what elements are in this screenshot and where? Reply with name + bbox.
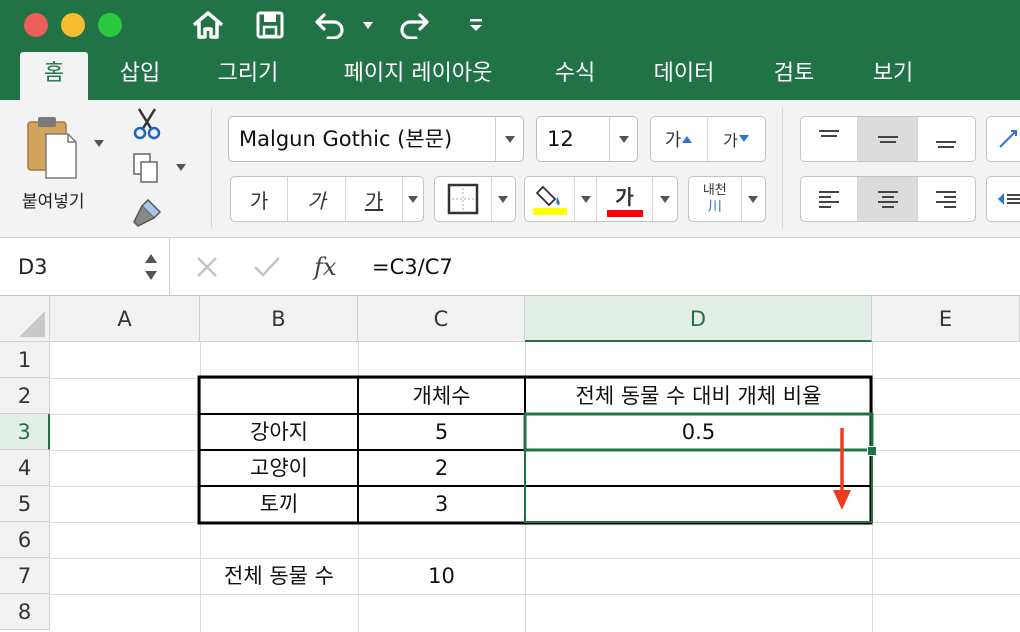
- fill-color-swatch: [532, 208, 567, 215]
- minimize-window-button[interactable]: [61, 13, 85, 37]
- color-group: 가: [524, 176, 678, 222]
- phonetic-guide-button[interactable]: 내천 川: [689, 177, 742, 221]
- format-painter-icon[interactable]: [130, 196, 164, 230]
- decrease-indent-icon: [987, 177, 1020, 221]
- arrow-up-icon: [682, 136, 693, 143]
- align-left-button[interactable]: [801, 177, 859, 221]
- fill-color-dropdown-icon[interactable]: [575, 177, 597, 221]
- undo-icon[interactable]: [312, 6, 352, 44]
- font-size-step-group: 가 가: [650, 116, 766, 162]
- save-icon[interactable]: [252, 6, 288, 44]
- insert-function-icon[interactable]: fx: [314, 238, 336, 296]
- down-arrow-icon: [833, 428, 851, 510]
- paste-dropdown-icon[interactable]: [94, 140, 104, 147]
- fill-color-button[interactable]: [525, 177, 575, 221]
- horizontal-align-group: [800, 176, 976, 222]
- tab-page-layout[interactable]: 페이지 레이아웃: [318, 52, 518, 100]
- selection-overlay: [523, 412, 874, 523]
- align-right-icon: [936, 191, 957, 208]
- tab-data[interactable]: 데이터: [632, 52, 736, 100]
- font-size-value: 12: [547, 127, 574, 151]
- ribbon-home: 붙여넣기 Malgun Gothic (본문) 12 가 가 가 가 가 가 내…: [0, 100, 1020, 238]
- vertical-align-group: [800, 116, 976, 162]
- borders-button[interactable]: [435, 177, 492, 221]
- formula-input[interactable]: =C3/C7: [372, 238, 453, 296]
- shrink-font-glyph: 가: [723, 131, 738, 150]
- grow-font-glyph: 가: [664, 130, 682, 151]
- align-top-button[interactable]: [801, 117, 859, 161]
- border-icon: [447, 183, 479, 215]
- ribbon-divider: [782, 108, 783, 228]
- text-style-group: 가 가 가: [230, 176, 424, 222]
- paste-button[interactable]: [24, 112, 80, 180]
- underline-button[interactable]: 가: [346, 177, 404, 221]
- ribbon-divider: [211, 108, 212, 228]
- bold-button[interactable]: 가: [231, 177, 289, 221]
- font-size-combo[interactable]: 12: [536, 116, 638, 162]
- align-bottom-button[interactable]: [918, 117, 975, 161]
- orientation-icon: [987, 117, 1020, 161]
- clipboard-icon: [27, 117, 77, 179]
- font-color-glyph: 가: [615, 185, 634, 209]
- phonetic-top-label: 내천: [702, 183, 727, 198]
- tab-formulas[interactable]: 수식: [540, 52, 610, 100]
- home-icon[interactable]: [188, 6, 228, 44]
- font-name-dropdown-icon[interactable]: [495, 117, 523, 161]
- redo-icon[interactable]: [392, 6, 432, 44]
- customize-toolbar-icon[interactable]: [466, 6, 486, 44]
- ribbon-tabs: 홈 삽입 그리기 페이지 레이아웃 수식 데이터 검토 보기: [0, 52, 1020, 100]
- paint-bucket-icon: [535, 185, 560, 207]
- close-window-button[interactable]: [24, 13, 48, 37]
- italic-button[interactable]: 가: [288, 177, 346, 221]
- name-box[interactable]: D3: [0, 238, 170, 296]
- phonetic-group: 내천 川: [688, 176, 766, 222]
- shrink-font-button[interactable]: 가: [708, 117, 765, 161]
- name-box-value: D3: [18, 255, 48, 279]
- align-top-icon: [819, 130, 840, 137]
- phonetic-bottom-label: 川: [707, 199, 722, 215]
- align-middle-button[interactable]: [858, 117, 918, 161]
- undo-dropdown-icon[interactable]: [360, 6, 376, 44]
- title-bar: 홈 삽입 그리기 페이지 레이아웃 수식 데이터 검토 보기: [0, 0, 1020, 100]
- align-center-icon: [877, 191, 898, 208]
- align-middle-icon: [877, 136, 898, 143]
- cut-icon[interactable]: [130, 106, 164, 140]
- tab-view[interactable]: 보기: [850, 52, 936, 100]
- arrow-down-icon: [738, 135, 749, 142]
- borders-dropdown-icon[interactable]: [492, 177, 515, 221]
- copy-dropdown-icon[interactable]: [176, 164, 186, 171]
- decrease-indent-button[interactable]: [986, 176, 1020, 222]
- align-bottom-icon: [936, 141, 957, 148]
- underline-dropdown-icon[interactable]: [403, 177, 423, 221]
- align-right-button[interactable]: [918, 177, 975, 221]
- copy-icon[interactable]: [132, 152, 162, 186]
- phonetic-dropdown-icon[interactable]: [742, 177, 765, 221]
- maximize-window-button[interactable]: [98, 13, 122, 37]
- align-center-button[interactable]: [858, 177, 918, 221]
- font-color-dropdown-icon[interactable]: [653, 177, 677, 221]
- name-box-stepper-icon[interactable]: [144, 250, 158, 284]
- tab-home[interactable]: 홈: [20, 52, 88, 100]
- font-name-value: Malgun Gothic (본문): [239, 127, 453, 151]
- tab-draw[interactable]: 그리기: [198, 52, 298, 100]
- font-name-combo[interactable]: Malgun Gothic (본문): [228, 116, 524, 162]
- worksheet-grid: A B C D E 1 2 3 4 5 6 7 8 개체수 전체 동물 수 대비…: [0, 296, 1020, 632]
- confirm-entry-icon[interactable]: [252, 254, 282, 284]
- font-color-button[interactable]: 가: [597, 177, 653, 221]
- fill-handle[interactable]: [867, 446, 877, 456]
- font-size-dropdown-icon[interactable]: [609, 117, 637, 161]
- tab-insert[interactable]: 삽입: [100, 52, 180, 100]
- tab-review[interactable]: 검토: [756, 52, 832, 100]
- formula-bar: D3 fx =C3/C7: [0, 238, 1020, 296]
- cancel-entry-icon[interactable]: [194, 254, 220, 284]
- align-left-icon: [819, 191, 840, 208]
- paste-label: 붙여넣기: [22, 192, 85, 212]
- borders-group: [434, 176, 516, 222]
- font-color-swatch: [606, 210, 643, 217]
- grow-font-button[interactable]: 가: [651, 117, 709, 161]
- orientation-button[interactable]: [986, 116, 1020, 162]
